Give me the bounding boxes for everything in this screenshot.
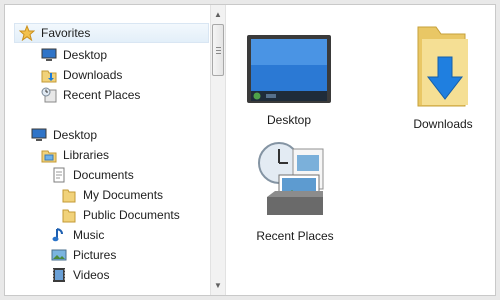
desktop-icon	[31, 127, 47, 143]
nav-desktop-label: Desktop	[53, 128, 98, 142]
documents-icon	[51, 167, 67, 183]
tile-downloads-label: Downloads	[413, 117, 473, 131]
recent-places-large-icon	[258, 142, 324, 215]
desktop-large-icon	[247, 35, 331, 103]
explorer-window: Favorites Desktop Downloads Recent Place…	[4, 4, 496, 296]
content-pane: Desktop Downloads Recent Places	[226, 5, 495, 295]
nav-my-documents-label: My Documents	[83, 188, 164, 202]
nav-public-documents[interactable]: Public Documents	[61, 205, 180, 225]
libraries-icon	[41, 147, 57, 163]
tile-downloads[interactable]: Downloads	[398, 23, 488, 131]
nav-my-documents[interactable]: My Documents	[61, 185, 163, 205]
star-icon	[18, 24, 36, 42]
recent-places-icon	[41, 87, 57, 103]
downloads-icon	[41, 67, 57, 83]
nav-fav-desktop[interactable]: Desktop	[41, 45, 107, 65]
nav-videos-label: Videos	[73, 268, 110, 282]
navigation-pane: Favorites Desktop Downloads Recent Place…	[5, 5, 210, 295]
tile-desktop[interactable]: Desktop	[244, 31, 334, 127]
nav-desktop[interactable]: Desktop	[31, 125, 97, 145]
pictures-icon	[51, 247, 67, 263]
nav-libraries-label: Libraries	[63, 148, 110, 162]
nav-fav-desktop-label: Desktop	[63, 48, 108, 62]
desktop-icon	[41, 47, 57, 63]
nav-favorites[interactable]: Favorites	[14, 23, 209, 43]
scroll-down-arrow-icon[interactable]: ▼	[211, 277, 225, 293]
tile-desktop-label: Desktop	[266, 113, 312, 127]
folder-icon	[61, 207, 77, 223]
nav-scrollbar[interactable]: ▲ ▼	[210, 5, 226, 295]
scroll-up-arrow-icon[interactable]: ▲	[211, 6, 225, 22]
nav-music[interactable]: Music	[51, 225, 104, 245]
nav-documents-label: Documents	[73, 168, 134, 182]
music-icon	[51, 227, 67, 243]
nav-fav-downloads[interactable]: Downloads	[41, 65, 122, 85]
nav-pictures-label: Pictures	[73, 248, 117, 262]
tile-recent-places-label: Recent Places	[256, 229, 334, 243]
nav-favorites-label: Favorites	[41, 26, 91, 40]
downloads-folder-icon	[417, 26, 468, 107]
videos-icon	[51, 267, 67, 283]
nav-libraries[interactable]: Libraries	[41, 145, 109, 165]
nav-music-label: Music	[73, 228, 105, 242]
tile-recent-places[interactable]: Recent Places	[250, 139, 340, 243]
scroll-thumb[interactable]	[212, 24, 224, 76]
folder-icon	[61, 187, 77, 203]
nav-public-documents-label: Public Documents	[83, 208, 180, 222]
nav-pictures[interactable]: Pictures	[51, 245, 116, 265]
nav-fav-downloads-label: Downloads	[63, 68, 123, 82]
nav-fav-recent-places[interactable]: Recent Places	[41, 85, 140, 105]
nav-fav-recent-places-label: Recent Places	[63, 88, 141, 102]
nav-documents[interactable]: Documents	[51, 165, 134, 185]
nav-videos[interactable]: Videos	[51, 265, 109, 285]
